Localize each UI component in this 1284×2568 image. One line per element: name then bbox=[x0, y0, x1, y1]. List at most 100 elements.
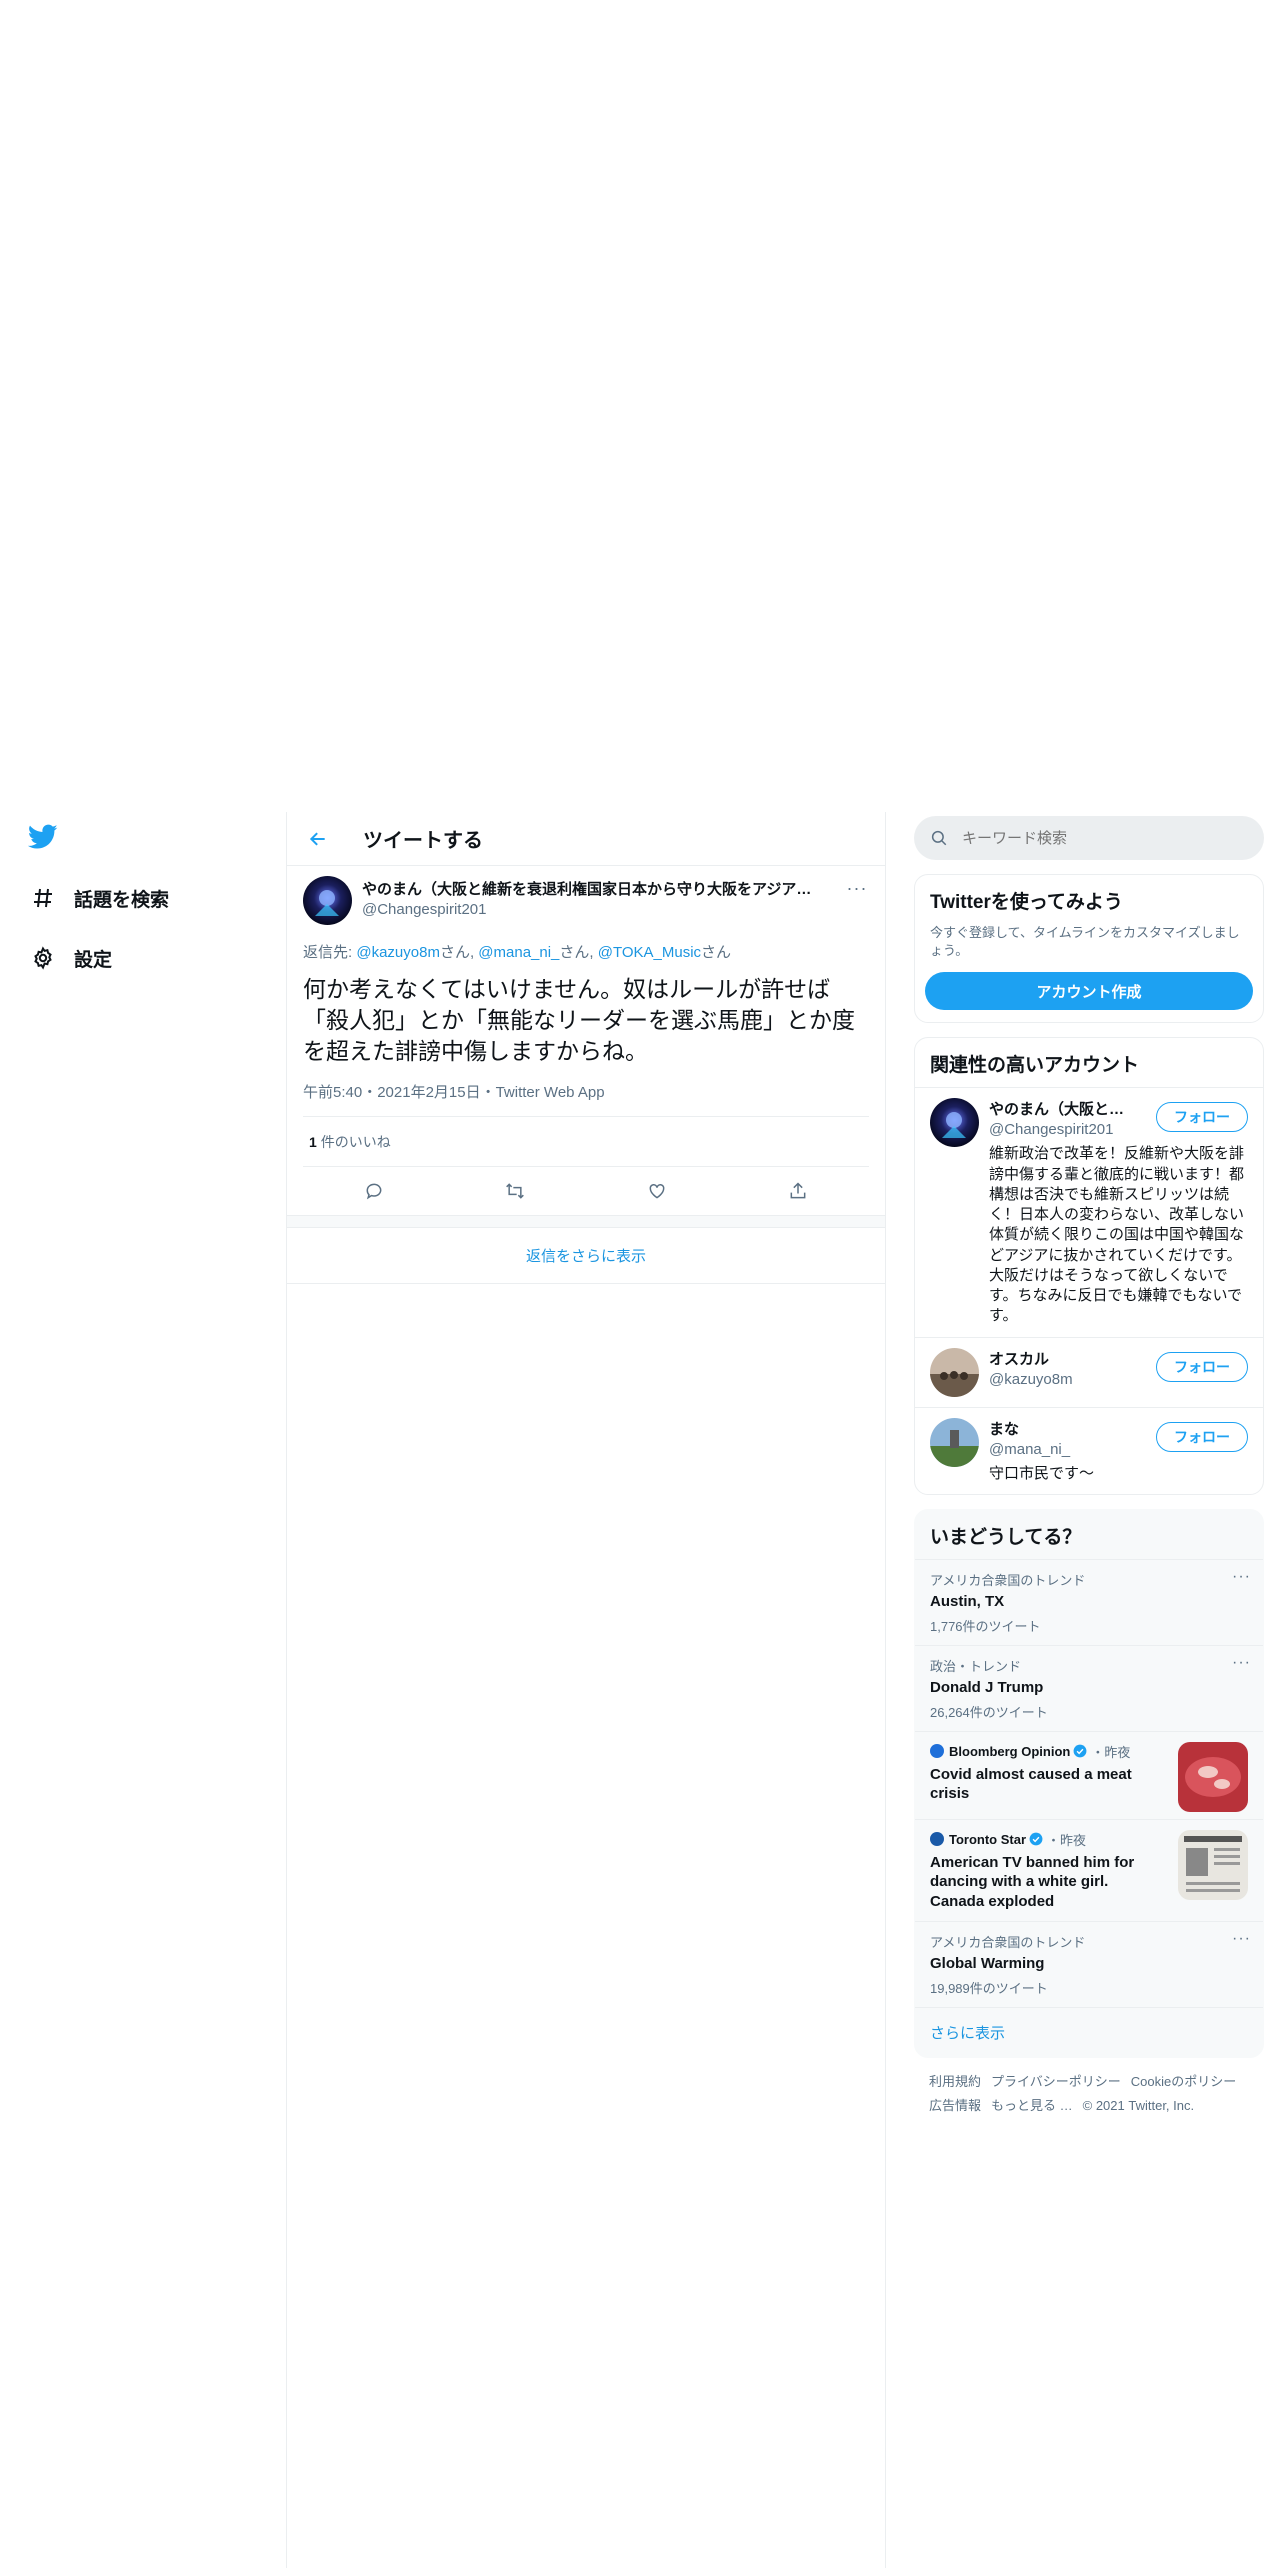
author-handle[interactable]: @Changespirit201 bbox=[362, 901, 822, 918]
related-title: 関連性の高いアカウント bbox=[930, 1055, 1140, 1077]
more-options-icon[interactable]: ··· bbox=[1232, 1568, 1251, 1586]
trend-item[interactable]: アメリカ合衆国のトレンド Global Warming 19,989件のツイート… bbox=[915, 1921, 1263, 2007]
news-source: Toronto Star bbox=[949, 1831, 1027, 1847]
trend-context: アメリカ合衆国のトレンド bbox=[930, 1572, 1086, 1588]
twitter-logo-icon[interactable] bbox=[27, 824, 62, 854]
tweet-timestamp[interactable]: 午前5:40・2021年2月15日・Twitter Web App bbox=[303, 1081, 869, 1118]
reply-icon[interactable] bbox=[356, 1173, 392, 1209]
account-name: まな bbox=[989, 1420, 1020, 1438]
trends-title: いまどうしてる？ bbox=[930, 1526, 1082, 1548]
hashtag-icon bbox=[28, 883, 58, 913]
news-title: American TV banned him for dancing with … bbox=[930, 1853, 1135, 1910]
right-sidebar: Twitterを使ってみよう 今すぐ登録して、タイムラインをカスタマイズしましょ… bbox=[914, 812, 1264, 2129]
news-time: ・昨夜 bbox=[1047, 1832, 1087, 1848]
verified-badge-icon bbox=[1073, 1744, 1087, 1758]
reply-suffix: さん bbox=[701, 944, 732, 961]
follow-button[interactable]: フォロー bbox=[1156, 1351, 1248, 1382]
search-bar[interactable] bbox=[914, 816, 1264, 860]
signup-title: Twitterを使ってみよう bbox=[930, 892, 1123, 913]
avatar[interactable] bbox=[303, 876, 352, 925]
account-name: オスカル bbox=[989, 1350, 1050, 1368]
more-options-icon[interactable]: ··· bbox=[845, 878, 869, 898]
likes-count[interactable]: 1 件のいいね bbox=[303, 1117, 869, 1168]
show-more-replies-button[interactable]: 返信をさらに表示 bbox=[287, 1228, 885, 1285]
signup-description: 今すぐ登録して、タイムラインをカスタマイズしましょう。 bbox=[930, 925, 1240, 959]
reply-user-link[interactable]: @kazuyo8m bbox=[356, 944, 440, 961]
signup-card: Twitterを使ってみよう 今すぐ登録して、タイムラインをカスタマイズしましょ… bbox=[914, 874, 1264, 1024]
main-header: ツイートする bbox=[287, 812, 885, 866]
divider bbox=[287, 1216, 885, 1229]
trend-count: 19,989件のツイート bbox=[930, 1981, 1048, 1997]
avatar[interactable] bbox=[930, 1098, 979, 1148]
trend-name: Austin, TX bbox=[930, 1592, 1005, 1610]
arrow-left-icon bbox=[309, 831, 325, 846]
main-column: ツイートする やのまん（大阪と維新を衰退利権国家日本から守り大阪をアジアの… @… bbox=[286, 812, 886, 2568]
account-row[interactable]: まな @mana_ni_ 守口市民です〜 フォロー bbox=[915, 1406, 1263, 1494]
footer-link-terms[interactable]: 利用規約 bbox=[929, 2074, 981, 2089]
reply-prefix: 返信先: bbox=[303, 944, 357, 961]
news-item[interactable]: Bloomberg Opinion ・昨夜 Covid almost cause… bbox=[915, 1730, 1263, 1819]
trend-item[interactable]: 政治・トレンド Donald J Trump 26,264件のツイート ··· bbox=[915, 1644, 1263, 1731]
footer-link-cookies[interactable]: Cookieのポリシー bbox=[1131, 2074, 1236, 2089]
search-input[interactable] bbox=[962, 829, 1222, 847]
news-source: Bloomberg Opinion bbox=[949, 1743, 1071, 1759]
tweet: やのまん（大阪と維新を衰退利権国家日本から守り大阪をアジアの… @Changes… bbox=[287, 866, 885, 1217]
footer: 利用規約 プライバシーポリシー Cookieのポリシー 広告情報 もっと見る … © 2… bbox=[914, 2058, 1264, 2129]
reply-to: 返信先: @kazuyo8mさん, @mana_ni_さん, @TOKA_Mus… bbox=[303, 941, 869, 962]
gear-icon bbox=[28, 943, 58, 973]
tweet-actions bbox=[303, 1167, 869, 1215]
likes-label: 件のいいね bbox=[320, 1133, 391, 1150]
nav-label-explore: 話題を検索 bbox=[74, 889, 170, 911]
trend-count: 1,776件のツイート bbox=[930, 1618, 1041, 1634]
copyright: © 2021 Twitter, Inc. bbox=[1082, 2097, 1195, 2113]
reply-suffix: さん, bbox=[559, 944, 598, 961]
follow-button[interactable]: フォロー bbox=[1156, 1102, 1248, 1133]
news-time: ・昨夜 bbox=[1091, 1744, 1131, 1760]
show-more-link[interactable]: さらに表示 bbox=[915, 2007, 1263, 2057]
tweet-text: 何か考えなくてはいけません。奴はルールが許せば「殺人犯」とか「無能なリーダーを選… bbox=[303, 976, 855, 1065]
back-button[interactable] bbox=[301, 822, 335, 856]
create-account-button[interactable]: アカウント作成 bbox=[925, 972, 1253, 1011]
more-options-icon[interactable]: ··· bbox=[1232, 1930, 1251, 1948]
source-logo-icon bbox=[930, 1744, 944, 1759]
news-item[interactable]: Toronto Star ・昨夜 American TV banned him … bbox=[915, 1818, 1263, 1922]
nav-item-explore[interactable]: 話題を検索 bbox=[28, 878, 169, 918]
like-icon[interactable] bbox=[639, 1173, 675, 1209]
retweet-icon[interactable] bbox=[497, 1173, 533, 1209]
account-row[interactable]: オスカル @kazuyo8m フォロー bbox=[915, 1336, 1263, 1407]
trend-name: Donald J Trump bbox=[930, 1678, 1044, 1696]
more-options-icon[interactable]: ··· bbox=[1232, 1654, 1251, 1672]
footer-link-more[interactable]: もっと見る … bbox=[991, 2098, 1073, 2113]
trend-context: 政治・トレンド bbox=[930, 1658, 1022, 1674]
verified-badge-icon bbox=[1029, 1832, 1043, 1846]
nav-item-settings[interactable]: 設定 bbox=[28, 938, 112, 978]
share-icon[interactable] bbox=[780, 1173, 816, 1209]
search-icon bbox=[931, 830, 947, 846]
nav-label-settings: 設定 bbox=[74, 949, 113, 971]
account-bio: 守口市民です〜 bbox=[989, 1464, 1095, 1482]
avatar[interactable] bbox=[930, 1347, 979, 1397]
reply-suffix: さん, bbox=[439, 944, 479, 961]
page-title: ツイートする bbox=[363, 830, 483, 852]
footer-link-privacy[interactable]: プライバシーポリシー bbox=[991, 2074, 1121, 2089]
likes-number: 1 bbox=[309, 1133, 317, 1150]
follow-button[interactable]: フォロー bbox=[1156, 1421, 1248, 1452]
trend-context: アメリカ合衆国のトレンド bbox=[930, 1935, 1086, 1951]
trend-item[interactable]: アメリカ合衆国のトレンド Austin, TX 1,776件のツイート ··· bbox=[915, 1558, 1263, 1645]
source-logo-icon bbox=[930, 1832, 944, 1847]
author-name[interactable]: やのまん（大阪と維新を衰退利権国家日本から守り大阪をアジアの… bbox=[362, 878, 822, 899]
account-row[interactable]: やのまん（大阪と維新を衰退利権国家日本から守り大阪をアジアの… @Changes… bbox=[915, 1087, 1263, 1336]
footer-link-ads[interactable]: 広告情報 bbox=[929, 2098, 981, 2113]
account-bio: 維新政治で改革を！反維新や大阪を誹謗中傷する輩と徹底的に戦います！都構想は否決で… bbox=[989, 1145, 1245, 1325]
related-accounts-card: 関連性の高いアカウント やのまん（大阪と維新を衰退利権国家日本から守り大阪をアジ… bbox=[914, 1037, 1264, 1495]
reply-user-link[interactable]: @mana_ni_ bbox=[478, 944, 559, 961]
trend-name: Global Warming bbox=[930, 1955, 1045, 1973]
news-title: Covid almost caused a meat crisis bbox=[930, 1765, 1132, 1803]
reply-user-link[interactable]: @TOKA_Music bbox=[598, 944, 701, 961]
avatar[interactable] bbox=[930, 1417, 979, 1467]
account-name: やのまん（大阪と維新を衰退利権国家日本から守り大阪をアジアの… bbox=[989, 1101, 1139, 1119]
trends-card: いまどうしてる？ アメリカ合衆国のトレンド Austin, TX 1,776件の… bbox=[914, 1508, 1264, 2059]
news-thumbnail bbox=[1178, 1829, 1248, 1900]
news-thumbnail bbox=[1178, 1741, 1248, 1812]
trend-count: 26,264件のツイート bbox=[930, 1704, 1048, 1720]
